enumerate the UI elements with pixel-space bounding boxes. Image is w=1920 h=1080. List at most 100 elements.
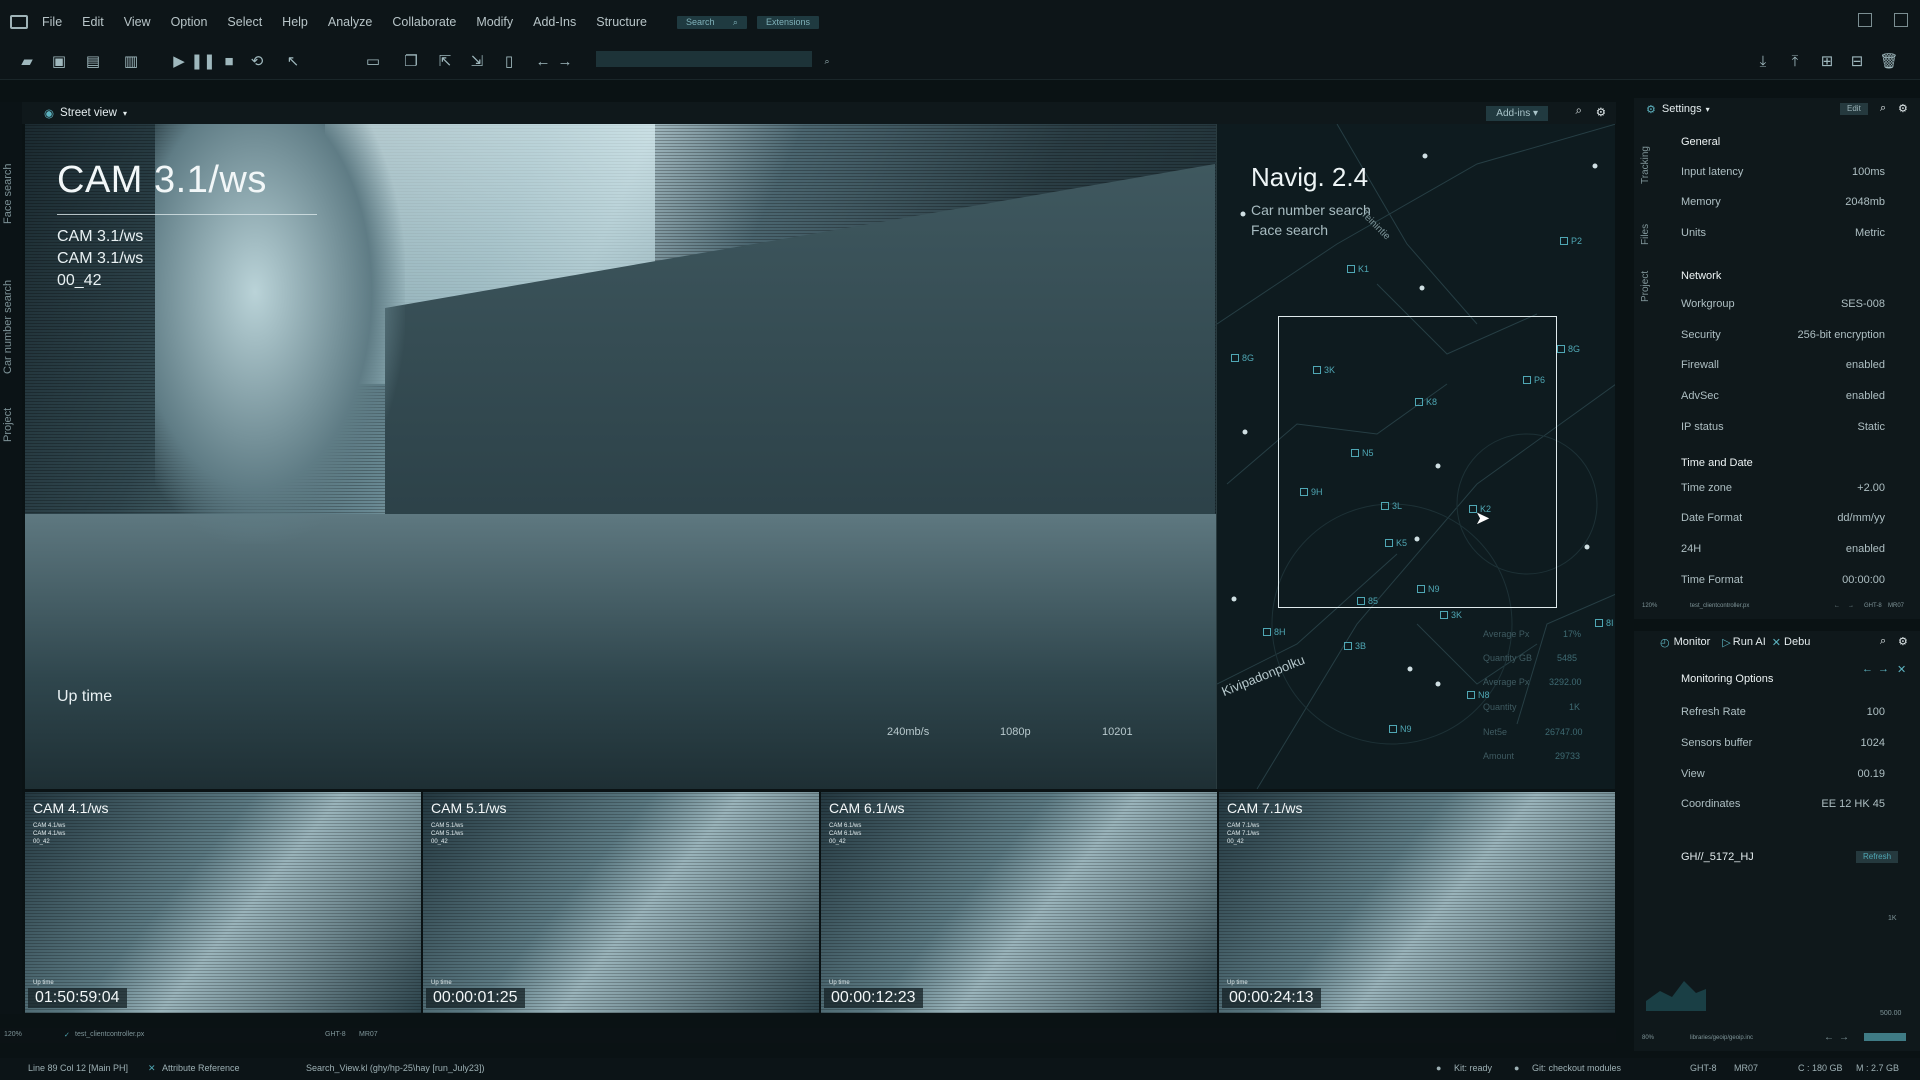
map-marker[interactable]: 3K bbox=[1440, 610, 1462, 620]
tab-car-number-search[interactable]: Car number search bbox=[2, 280, 14, 374]
stop-icon[interactable]: ■ bbox=[218, 50, 240, 72]
toolbar-search-icon[interactable]: ⌕ bbox=[816, 50, 838, 72]
upload-icon[interactable]: ⤒ bbox=[1784, 50, 1806, 72]
file-name[interactable]: test_clientcontroller.px bbox=[75, 1031, 144, 1038]
monitor-row[interactable]: Coordinates EE 12 HK 45 bbox=[1681, 798, 1885, 810]
extensions-button[interactable]: Extensions bbox=[756, 15, 819, 29]
map-marker[interactable]: P2 bbox=[1560, 236, 1582, 246]
nav-car-number-search[interactable]: Car number search bbox=[1251, 202, 1371, 218]
setting-row[interactable]: IP status Static bbox=[1681, 421, 1885, 433]
zoom-search-icon[interactable]: ⌕ bbox=[1576, 105, 1582, 118]
open-icon[interactable]: ▣ bbox=[48, 50, 70, 72]
menu-add-ins[interactable]: Add-Ins bbox=[533, 15, 576, 29]
setting-row[interactable]: Time zone +2.00 bbox=[1681, 482, 1885, 494]
camera-thumbnail[interactable]: CAM 7.1/ws CAM 7.1/ws CAM 7.1/ws 00_42 Up … bbox=[1219, 792, 1615, 1013]
camera-thumbnail[interactable]: CAM 6.1/ws CAM 6.1/ws CAM 6.1/ws 00_42 Up … bbox=[821, 792, 1217, 1013]
add-icon[interactable]: ⊞ bbox=[1816, 50, 1838, 72]
minus-icon[interactable]: ⊟ bbox=[1846, 50, 1868, 72]
setting-row[interactable]: AdvSec enabled bbox=[1681, 390, 1885, 402]
export-icon[interactable]: ⇱ bbox=[434, 50, 456, 72]
setting-row[interactable]: Units Metric bbox=[1681, 227, 1885, 239]
view-title[interactable]: Street view bbox=[60, 107, 117, 119]
monitor-row[interactable]: Refresh Rate 100 bbox=[1681, 706, 1885, 718]
navigation-map[interactable]: Navig. 2.4 Car number search Face search… bbox=[1216, 124, 1615, 789]
refresh-button[interactable]: Refresh bbox=[1856, 851, 1899, 863]
trash-icon[interactable]: 🗑 bbox=[1878, 50, 1900, 72]
tab-files[interactable]: Files bbox=[1640, 224, 1651, 245]
restore-icon[interactable] bbox=[1894, 13, 1908, 27]
tab-project[interactable]: Project bbox=[1640, 271, 1651, 302]
zoom-level[interactable]: 80% bbox=[1642, 1035, 1654, 1041]
copy-icon[interactable]: ❐ bbox=[400, 50, 422, 72]
close-icon[interactable]: ✕ bbox=[1772, 636, 1781, 649]
pointer-icon[interactable]: ↖ bbox=[282, 50, 304, 72]
setting-row[interactable]: Firewall enabled bbox=[1681, 359, 1885, 371]
play-icon[interactable]: ▶ bbox=[168, 50, 190, 72]
menu-help[interactable]: Help bbox=[282, 15, 308, 29]
setting-row[interactable]: Security 256-bit encryption bbox=[1681, 329, 1885, 341]
back-arrow-icon[interactable]: ← bbox=[1834, 603, 1840, 609]
attribute-reference[interactable]: Attribute Reference bbox=[162, 1063, 240, 1073]
file-path[interactable]: Search_View.kl (ghy/hp-25\hay [run_July2… bbox=[306, 1063, 484, 1073]
monitor-row[interactable]: Sensors buffer 1024 bbox=[1681, 737, 1885, 749]
main-camera-feed[interactable]: CAM 3.1/ws CAM 3.1/ws CAM 3.1/ws 00_42 U… bbox=[25, 124, 1216, 789]
chevron-down-icon[interactable]: ▾ bbox=[123, 109, 127, 118]
file-name[interactable]: test_clientcontroller.px bbox=[1690, 603, 1749, 609]
run-icon[interactable]: ▷ bbox=[1722, 636, 1730, 649]
back-arrow-icon[interactable]: ← bbox=[1824, 1032, 1834, 1043]
new-file-icon[interactable]: ▰ bbox=[16, 50, 38, 72]
forward-arrow-icon[interactable]: → bbox=[1878, 663, 1889, 675]
search-icon[interactable]: ⌕ bbox=[1880, 635, 1886, 648]
forward-arrow-icon[interactable]: → bbox=[1848, 603, 1854, 609]
chart-icon[interactable]: ▥ bbox=[120, 50, 142, 72]
tab-project[interactable]: Project bbox=[2, 408, 14, 442]
tab-face-search[interactable]: Face search bbox=[2, 163, 14, 224]
tab-tracking[interactable]: Tracking bbox=[1640, 146, 1651, 184]
back-arrow-icon[interactable]: ← bbox=[532, 50, 554, 72]
map-marker[interactable]: N8 bbox=[1467, 690, 1490, 700]
settings-title[interactable]: Settings bbox=[1662, 103, 1702, 115]
menu-modify[interactable]: Modify bbox=[476, 15, 513, 29]
toolbar-search-input[interactable] bbox=[596, 51, 812, 67]
back-arrow-icon[interactable]: ← bbox=[1862, 663, 1873, 675]
map-selection-box[interactable] bbox=[1278, 316, 1557, 608]
zoom-level[interactable]: 120% bbox=[1642, 603, 1657, 609]
camera-thumbnail[interactable]: CAM 5.1/ws CAM 5.1/ws CAM 5.1/ws 00_42 Up … bbox=[423, 792, 819, 1013]
edit-button[interactable]: Edit bbox=[1840, 103, 1868, 115]
menu-structure[interactable]: Structure bbox=[596, 15, 647, 29]
debug-tab[interactable]: Debu bbox=[1784, 636, 1810, 648]
import-icon[interactable]: ⇲ bbox=[466, 50, 488, 72]
setting-row[interactable]: Workgroup SES-008 bbox=[1681, 298, 1885, 310]
map-marker[interactable]: 8G bbox=[1557, 344, 1580, 354]
menu-view[interactable]: View bbox=[124, 15, 151, 29]
file-name[interactable]: libraries/geoip/geoip.inc bbox=[1690, 1035, 1753, 1041]
forward-arrow-icon[interactable]: → bbox=[1839, 1032, 1849, 1043]
setting-row[interactable]: Input latency 100ms bbox=[1681, 166, 1885, 178]
setting-row[interactable]: Date Format dd/mm/yy bbox=[1681, 512, 1885, 524]
monitor-tab[interactable]: Monitor bbox=[1674, 636, 1711, 648]
layout-icon[interactable]: ▭ bbox=[362, 50, 384, 72]
camera-thumbnail[interactable]: CAM 4.1/ws CAM 4.1/ws CAM 4.1/ws 00_42 Up … bbox=[25, 792, 421, 1013]
setting-row[interactable]: Memory 2048mb bbox=[1681, 196, 1885, 208]
menu-analyze[interactable]: Analyze bbox=[328, 15, 372, 29]
menu-select[interactable]: Select bbox=[227, 15, 262, 29]
map-marker[interactable]: N9 bbox=[1389, 724, 1412, 734]
setting-row[interactable]: 24H enabled bbox=[1681, 543, 1885, 555]
add-ins-button[interactable]: Add-ins ▾ bbox=[1486, 106, 1548, 121]
search-icon[interactable]: ⌕ bbox=[1880, 102, 1886, 115]
search-field[interactable]: Search ⌕ bbox=[676, 15, 747, 29]
gear-icon[interactable]: ⚙ bbox=[1898, 635, 1908, 648]
menu-edit[interactable]: Edit bbox=[82, 15, 104, 29]
nav-face-search[interactable]: Face search bbox=[1251, 222, 1328, 238]
gear-icon[interactable]: ⚙ bbox=[1596, 105, 1606, 119]
git-status[interactable]: Git: checkout modules bbox=[1532, 1063, 1621, 1073]
download-icon[interactable]: ⤓ bbox=[1752, 50, 1774, 72]
zoom-level[interactable]: 120% bbox=[4, 1031, 22, 1038]
close-icon[interactable]: ✕ bbox=[1897, 663, 1906, 676]
gear-icon[interactable]: ⚙ bbox=[1898, 102, 1908, 115]
save-icon[interactable]: ▤ bbox=[82, 50, 104, 72]
dropdown-icon[interactable] bbox=[1858, 13, 1872, 27]
menu-file[interactable]: File bbox=[42, 15, 62, 29]
sync-icon[interactable]: ⟲ bbox=[246, 50, 268, 72]
map-marker[interactable]: 8H bbox=[1263, 627, 1286, 637]
